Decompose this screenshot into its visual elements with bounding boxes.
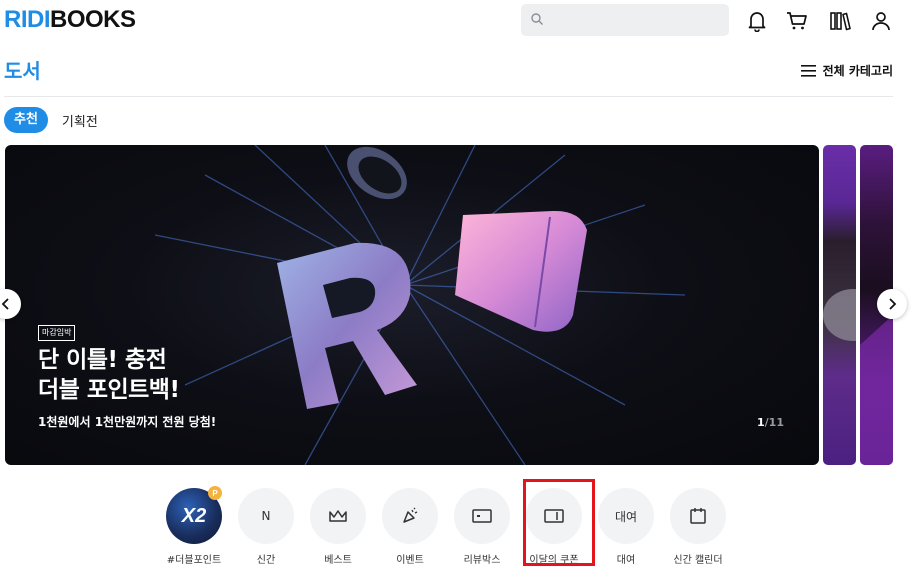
pager-current: 1 — [757, 416, 765, 429]
banner-next-button[interactable] — [877, 289, 907, 319]
banner-headline-line2: 더블 포인트백! — [38, 377, 180, 403]
rent-text: 대여 — [614, 509, 638, 524]
menu-icon — [800, 64, 816, 77]
quick-menu: X2 P #더블포인트 N 신간 베스트 이벤트 리뷰박스 이달의 쿠폰 대여 … — [166, 486, 726, 566]
quick-menu-label: 이달의 쿠폰 — [529, 555, 579, 566]
logo-ridi: RIDI — [4, 6, 51, 33]
search-icon — [531, 13, 543, 25]
quick-menu-label: 신간 — [256, 555, 276, 566]
user-icon[interactable] — [868, 8, 894, 34]
quick-menu-best[interactable]: 베스트 — [310, 488, 366, 566]
banner-pager: 1/11 — [757, 416, 784, 429]
ticket-icon — [454, 488, 510, 544]
quick-menu-label: 이벤트 — [396, 555, 424, 566]
logo-books: BOOKS — [50, 6, 136, 33]
page-title: 도서 — [4, 59, 41, 83]
tab-recommend[interactable]: 추천 — [4, 107, 48, 133]
quick-menu-new[interactable]: N 신간 — [238, 488, 294, 566]
library-icon[interactable] — [827, 8, 853, 34]
x2-text: X2 — [181, 504, 207, 527]
quick-menu-label: 리뷰박스 — [463, 555, 501, 566]
quick-menu-review-box[interactable]: 리뷰박스 — [454, 488, 510, 566]
quick-menu-new-calendar[interactable]: 신간 캘린더 — [670, 488, 726, 566]
party-popper-icon — [382, 488, 438, 544]
n-letter: N — [261, 509, 271, 523]
quick-menu-rent[interactable]: 대여 대여 — [598, 488, 654, 566]
crown-icon — [310, 488, 366, 544]
pager-total: /11 — [764, 416, 784, 429]
all-categories-label: 전체 카테고리 — [822, 64, 893, 78]
next-banner-preview[interactable] — [823, 145, 856, 465]
main-banner[interactable]: 마감임박 단 이틀! 충전 더블 포인트백! 1천원에서 1천만원까지 전원 당… — [5, 145, 819, 465]
quick-menu-monthly-coupon[interactable]: 이달의 쿠폰 — [526, 488, 582, 566]
divider — [4, 96, 893, 97]
quick-menu-label: 베스트 — [324, 555, 352, 566]
preview-artwork — [823, 289, 856, 341]
search-input[interactable] — [521, 4, 729, 36]
quick-menu-event[interactable]: 이벤트 — [382, 488, 438, 566]
quick-menu-label: #더블포인트 — [166, 555, 222, 566]
ridibooks-logo[interactable]: RIDIBOOKS — [4, 6, 136, 34]
n-letter-icon: N — [238, 488, 294, 544]
all-categories-button[interactable]: 전체 카테고리 — [800, 62, 893, 79]
quick-menu-label: 대여 — [616, 555, 636, 566]
banner-headline-line1: 단 이틀! 충전 — [38, 347, 167, 373]
cart-icon[interactable] — [784, 8, 810, 34]
point-badge: P — [208, 486, 222, 500]
rent-text-icon: 대여 — [598, 488, 654, 544]
banner-headline: 단 이틀! 충전 더블 포인트백! — [38, 345, 180, 405]
coupon-icon — [526, 488, 582, 544]
banner-tag: 마감임박 — [38, 325, 76, 341]
bell-icon[interactable] — [744, 8, 770, 34]
banner-subline: 1천원에서 1천만원까지 전원 당첨! — [38, 415, 217, 429]
quick-menu-label: 신간 캘린더 — [673, 555, 723, 566]
tab-bar: 추천 기획전 — [4, 107, 98, 133]
quick-menu-double-point[interactable]: X2 P #더블포인트 — [166, 486, 222, 566]
x2-badge-icon: X2 P — [166, 486, 222, 544]
calendar-icon — [670, 488, 726, 544]
tab-exhibition[interactable]: 기획전 — [62, 111, 98, 130]
chevron-right-icon — [889, 298, 897, 310]
chevron-left-icon — [1, 298, 9, 310]
